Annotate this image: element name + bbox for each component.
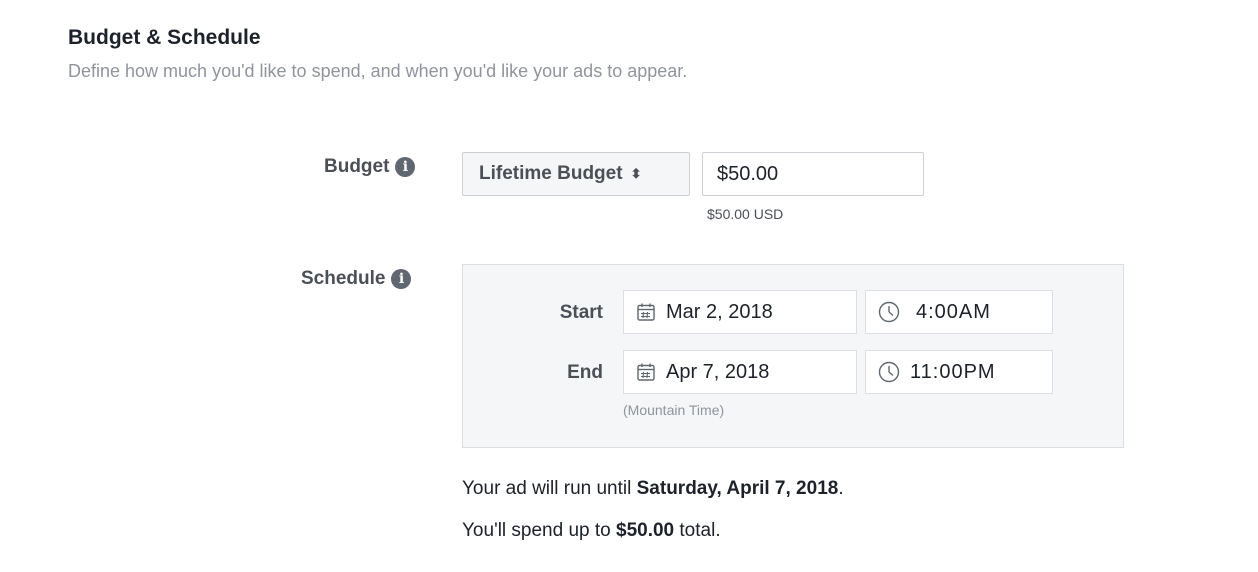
run-summary-prefix: Your ad will run until	[462, 478, 637, 499]
timezone-note: (Mountain Time)	[623, 402, 725, 418]
schedule-label: Schedule	[301, 268, 386, 289]
start-time-field[interactable]: 4:00AM	[865, 290, 1053, 334]
start-date-value: Mar 2, 2018	[666, 300, 773, 323]
run-end-date: Saturday, April 7, 2018	[636, 478, 839, 499]
schedule-info-icon[interactable]: i	[391, 269, 412, 289]
end-date-value: Apr 7, 2018	[666, 360, 770, 383]
budget-amount-input[interactable]	[702, 152, 924, 196]
spend-summary-suffix: total.	[674, 520, 721, 541]
calendar-icon	[636, 302, 656, 322]
end-date-field[interactable]: Apr 7, 2018	[623, 350, 857, 394]
schedule-row-label: Schedule i	[301, 268, 412, 290]
section-title: Budget & Schedule	[68, 26, 261, 49]
start-label: Start	[559, 302, 603, 323]
end-time-value: 11:00PM	[910, 360, 996, 383]
run-summary: Your ad will run until Saturday, April 7…	[462, 478, 844, 500]
clock-icon	[878, 301, 900, 323]
start-date-field[interactable]: Mar 2, 2018	[623, 290, 857, 334]
budget-type-value: Lifetime Budget	[479, 163, 623, 184]
budget-row-label: Budget i	[324, 156, 416, 178]
run-summary-suffix: .	[838, 478, 844, 499]
budget-amount-note: $50.00 USD	[707, 206, 784, 222]
section-subtitle: Define how much you'd like to spend, and…	[68, 61, 688, 81]
calendar-icon	[636, 362, 656, 382]
budget-type-select[interactable]: Lifetime Budget ⬍	[462, 152, 690, 196]
clock-icon	[878, 361, 900, 383]
start-time-value: 4:00AM	[916, 300, 991, 323]
spend-summary: You'll spend up to $50.00 total.	[462, 520, 721, 542]
spend-amount: $50.00	[616, 520, 675, 541]
sort-caret-icon: ⬍	[630, 166, 642, 181]
end-label: End	[567, 362, 603, 383]
spend-summary-prefix: You'll spend up to	[462, 520, 616, 541]
budget-label: Budget	[324, 156, 390, 177]
budget-info-icon[interactable]: i	[395, 157, 416, 177]
end-time-field[interactable]: 11:00PM	[865, 350, 1053, 394]
